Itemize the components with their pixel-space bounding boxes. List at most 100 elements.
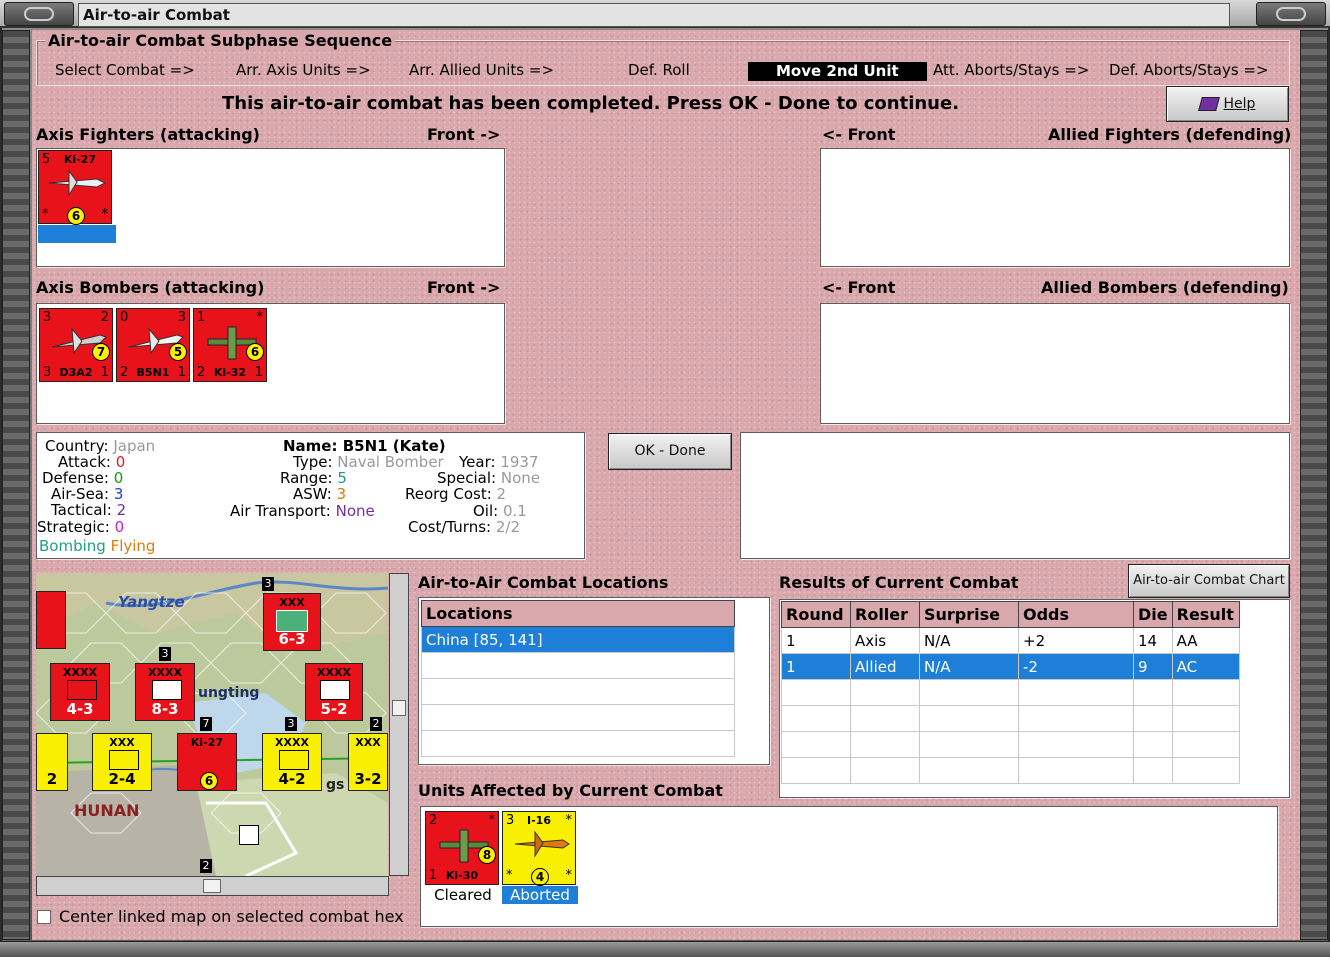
help-button[interactable]: Help — [1166, 86, 1289, 122]
map-stack-count: 3 — [262, 577, 274, 591]
help-book-icon — [1197, 97, 1220, 111]
help-label: Help — [1223, 96, 1256, 112]
combat-chart-button[interactable]: Air-to-air Combat Chart — [1128, 564, 1290, 598]
window-close-icon[interactable] — [1256, 2, 1326, 26]
map-unit-red-edge[interactable] — [36, 591, 66, 649]
unit-counter-d3a2[interactable]: 3 2 7 3 D3A2 1 — [39, 308, 113, 382]
axis-fighters-front: Front -> — [427, 125, 501, 144]
info-cost: Cost/Turns: 2/2 — [408, 518, 520, 536]
map-stack-count: 7 — [200, 717, 212, 731]
window-menu-icon[interactable] — [4, 2, 74, 26]
bottom-border — [0, 941, 1330, 957]
counter-tr: * — [256, 310, 264, 325]
axis-bombers-front: Front -> — [427, 278, 501, 297]
location-row-empty[interactable] — [421, 652, 735, 679]
step-arr-allied: Arr. Allied Units => — [409, 61, 555, 79]
col-surprise: Surprise — [919, 601, 1019, 628]
allied-fighters-panel[interactable] — [820, 148, 1290, 267]
step-move-2nd-unit: Move 2nd Unit — [748, 62, 927, 81]
map-unit-3-2[interactable]: XXX 3-2 — [348, 733, 388, 791]
counter-br: 1 — [100, 365, 109, 380]
results-row-selected[interactable]: 1 Allied N/A -2 9 AC — [781, 653, 1240, 680]
map-vscroll-thumb[interactable] — [392, 700, 406, 716]
axis-bombers-panel[interactable]: 3 2 7 3 D3A2 1 0 3 5 2 B5N1 1 1 * 6 2 Ki… — [36, 303, 505, 424]
results-table: Round Roller Surprise Odds Die Result 1 … — [781, 601, 1240, 784]
counter-move-badge: 6 — [246, 343, 264, 361]
center-map-checkbox[interactable] — [37, 910, 51, 924]
map-unit-6-3[interactable]: XXX 6-3 — [263, 593, 321, 651]
selected-unit-bar — [38, 225, 116, 243]
counter-move-badge: 6 — [67, 207, 85, 225]
map-label-tungting: ungting — [198, 685, 260, 701]
info-reorg: Reorg Cost: 2 — [405, 485, 507, 503]
info-strategic: Strategic: 0 — [37, 518, 125, 536]
cell-surprise: N/A — [919, 653, 1019, 680]
map-unit-8-3[interactable]: XXXX 8-3 — [135, 663, 195, 721]
results-row[interactable]: 1 Axis N/A +2 14 AA — [781, 627, 1240, 654]
fighter-plane-icon — [514, 830, 570, 858]
affected-panel[interactable]: 2 * 8 1 Ki-30 Cleared 3 I-16 * 4 * * Abo… — [420, 806, 1278, 927]
counter-name: Ki-27 — [63, 153, 97, 166]
counter-tr: * — [565, 813, 573, 828]
counter-tl: 0 — [120, 310, 129, 325]
center-map-label: Center linked map on selected combat hex — [59, 907, 404, 926]
status-cleared: Cleared — [434, 886, 492, 904]
allied-fighters-front: <- Front — [822, 125, 896, 144]
map-hscroll-thumb[interactable] — [203, 879, 221, 893]
linked-map[interactable]: Yangtze ungting HUNAN gs XXX 6-3 XXXX 4-3 … — [36, 573, 388, 876]
map-vertical-scrollbar[interactable] — [389, 573, 409, 876]
cell-roller: Allied — [850, 653, 920, 680]
title-bar[interactable]: Air-to-air Combat — [0, 0, 1330, 28]
col-die: Die — [1133, 601, 1173, 628]
locations-table: Locations China [85, 141] — [421, 600, 735, 757]
locations-label: Air-to-Air Combat Locations — [418, 573, 669, 592]
cell-die: 9 — [1133, 653, 1173, 680]
subphase-sequence: Air-to-air Combat Subphase Sequence Sele… — [36, 31, 1290, 86]
counter-move-badge: 7 — [92, 343, 110, 361]
info-tactical: Tactical: 2 — [51, 501, 127, 519]
cell-result: AC — [1171, 653, 1240, 680]
allied-fighters-label: Allied Fighters (defending) — [1048, 125, 1292, 144]
map-unit-ki27[interactable]: Ki-27 6 — [177, 733, 237, 791]
col-odds: Odds — [1018, 601, 1134, 628]
counter-move-badge: 8 — [478, 846, 496, 864]
map-unit-5-2[interactable]: XXXX 5-2 — [305, 663, 363, 721]
map-stack-count: 3 — [159, 647, 171, 661]
map-unit-2-4[interactable]: XXX 2-4 — [92, 733, 152, 791]
counter-tr: 3 — [177, 310, 186, 325]
unit-counter-i16[interactable]: 3 I-16 * 4 * * — [502, 811, 576, 886]
axis-fighters-panel[interactable]: 5 Ki-27 6 * * — [36, 148, 505, 267]
fighter-plane-icon — [48, 169, 107, 197]
unit-counter-ki32[interactable]: 1 * 6 2 Ki-32 1 — [193, 308, 267, 382]
map-unit-yellow-edge[interactable]: 2 — [36, 733, 68, 791]
counter-br: 1 — [177, 365, 186, 380]
unit-counter-ki27[interactable]: 5 Ki-27 6 * * — [38, 150, 112, 225]
map-stack-count: 2 — [370, 717, 382, 731]
location-row[interactable]: China [85, 141] — [421, 626, 735, 653]
location-row-empty[interactable] — [421, 678, 735, 705]
allied-bombers-label: Allied Bombers (defending) — [1041, 278, 1289, 297]
col-round: Round — [781, 601, 851, 628]
results-panel[interactable]: Round Roller Surprise Odds Die Result 1 … — [779, 599, 1290, 798]
affected-label: Units Affected by Current Combat — [418, 781, 723, 800]
locations-list[interactable]: Locations China [85, 141] — [418, 597, 770, 765]
cell-die: 14 — [1133, 627, 1173, 654]
ok-done-button[interactable]: OK - Done — [608, 433, 732, 470]
map-horizontal-scrollbar[interactable] — [36, 876, 389, 896]
counter-move-badge: 5 — [169, 343, 187, 361]
map-city-icon — [239, 825, 259, 845]
map-unit-4-3[interactable]: XXXX 4-3 — [50, 663, 110, 721]
counter-tl: 3 — [43, 310, 52, 325]
map-unit-4-2[interactable]: XXXX 4-2 — [262, 733, 322, 791]
location-row-empty[interactable] — [421, 730, 735, 757]
unit-counter-b5n1[interactable]: 0 3 5 2 B5N1 1 — [116, 308, 190, 382]
step-def-aborts: Def. Aborts/Stays => — [1109, 61, 1269, 79]
counter-bl: * — [42, 207, 49, 222]
unit-counter-ki30[interactable]: 2 * 8 1 Ki-30 — [425, 811, 499, 885]
message-panel — [740, 432, 1290, 559]
location-row-empty[interactable] — [421, 704, 735, 731]
allied-bombers-panel[interactable] — [820, 303, 1290, 424]
allied-bombers-front: <- Front — [822, 278, 896, 297]
map-label-yangtze: Yangtze — [118, 593, 185, 611]
step-att-aborts: Att. Aborts/Stays => — [933, 61, 1090, 79]
